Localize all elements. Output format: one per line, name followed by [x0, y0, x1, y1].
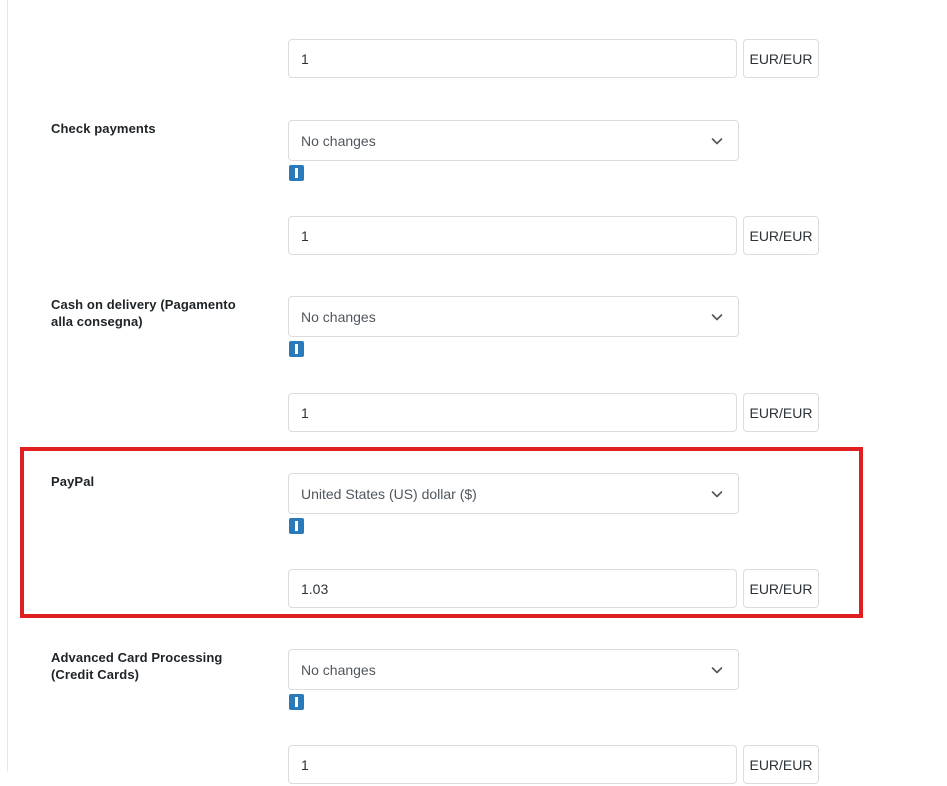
- currency-unit-label-advanced-card-processing: EUR/EUR: [743, 745, 819, 784]
- currency-unit-label-top: EUR/EUR: [743, 39, 819, 78]
- row-label-cash-on-delivery-line1: Cash on delivery (Pagamento: [51, 297, 236, 312]
- currency-select-advanced-card-processing[interactable]: No changes: [288, 649, 739, 690]
- select-wrap-check-payments: No changes: [288, 120, 739, 161]
- row-label-cash-on-delivery-line2: alla consegna): [51, 314, 143, 329]
- conversion-rate-input-check-payments[interactable]: [288, 216, 737, 255]
- chevron-down-icon: [710, 487, 724, 501]
- select-wrap-advanced-card-processing: No changes: [288, 649, 739, 690]
- settings-page: EUR/EUR Check payments No changes: [0, 0, 947, 784]
- select-wrap-paypal: United States (US) dollar ($): [288, 473, 739, 514]
- row-label-advanced-card-processing: Advanced Card Processing (Credit Cards): [51, 649, 271, 683]
- info-icon-check-payments[interactable]: [289, 165, 304, 181]
- input-group-paypal: EUR/EUR: [288, 569, 819, 610]
- currency-unit-label-cash-on-delivery: EUR/EUR: [743, 393, 819, 432]
- chevron-down-icon: [710, 134, 724, 148]
- rate-field-group-top: EUR/EUR: [288, 39, 819, 80]
- field-group-cash-on-delivery: No changes: [288, 296, 739, 357]
- currency-select-paypal[interactable]: United States (US) dollar ($): [288, 473, 739, 514]
- conversion-rate-input-paypal[interactable]: [288, 569, 737, 608]
- rate-field-group-cash-on-delivery: EUR/EUR: [288, 393, 819, 434]
- panel-left-edge: [7, 0, 8, 772]
- conversion-rate-input-cash-on-delivery[interactable]: [288, 393, 737, 432]
- row-label-check-payments: Check payments: [51, 121, 156, 136]
- input-group-cash-on-delivery: EUR/EUR: [288, 393, 819, 434]
- input-group-advanced-card-processing: EUR/EUR: [288, 745, 819, 786]
- row-label-advanced-card-line2: (Credit Cards): [51, 667, 140, 682]
- input-group-top: EUR/EUR: [288, 39, 819, 80]
- chevron-down-icon: [710, 663, 724, 677]
- currency-select-value-check-payments: No changes: [301, 132, 376, 149]
- currency-select-value-advanced-card-processing: No changes: [301, 661, 376, 678]
- info-icon-paypal[interactable]: [289, 518, 304, 534]
- currency-unit-label-paypal: EUR/EUR: [743, 569, 819, 608]
- rate-field-group-paypal: EUR/EUR: [288, 569, 819, 610]
- currency-select-check-payments[interactable]: No changes: [288, 120, 739, 161]
- currency-select-value-paypal: United States (US) dollar ($): [301, 485, 477, 502]
- field-group-paypal: United States (US) dollar ($): [288, 473, 739, 534]
- conversion-rate-input-top[interactable]: [288, 39, 737, 78]
- info-icon-advanced-card-processing[interactable]: [289, 694, 304, 710]
- field-group-advanced-card-processing: No changes: [288, 649, 739, 710]
- row-label-advanced-card-line1: Advanced Card Processing: [51, 650, 223, 665]
- chevron-down-icon: [710, 310, 724, 324]
- rate-field-group-advanced-card-processing: EUR/EUR: [288, 745, 819, 786]
- currency-select-value-cash-on-delivery: No changes: [301, 308, 376, 325]
- field-group-check-payments: No changes: [288, 120, 739, 181]
- info-icon-cash-on-delivery[interactable]: [289, 341, 304, 357]
- input-group-check-payments: EUR/EUR: [288, 216, 819, 257]
- select-wrap-cash-on-delivery: No changes: [288, 296, 739, 337]
- currency-select-cash-on-delivery[interactable]: No changes: [288, 296, 739, 337]
- row-label-paypal: PayPal: [51, 474, 95, 489]
- conversion-rate-input-advanced-card-processing[interactable]: [288, 745, 737, 784]
- currency-unit-label-check-payments: EUR/EUR: [743, 216, 819, 255]
- row-label-cash-on-delivery: Cash on delivery (Pagamento alla consegn…: [51, 296, 271, 330]
- rate-field-group-check-payments: EUR/EUR: [288, 216, 819, 257]
